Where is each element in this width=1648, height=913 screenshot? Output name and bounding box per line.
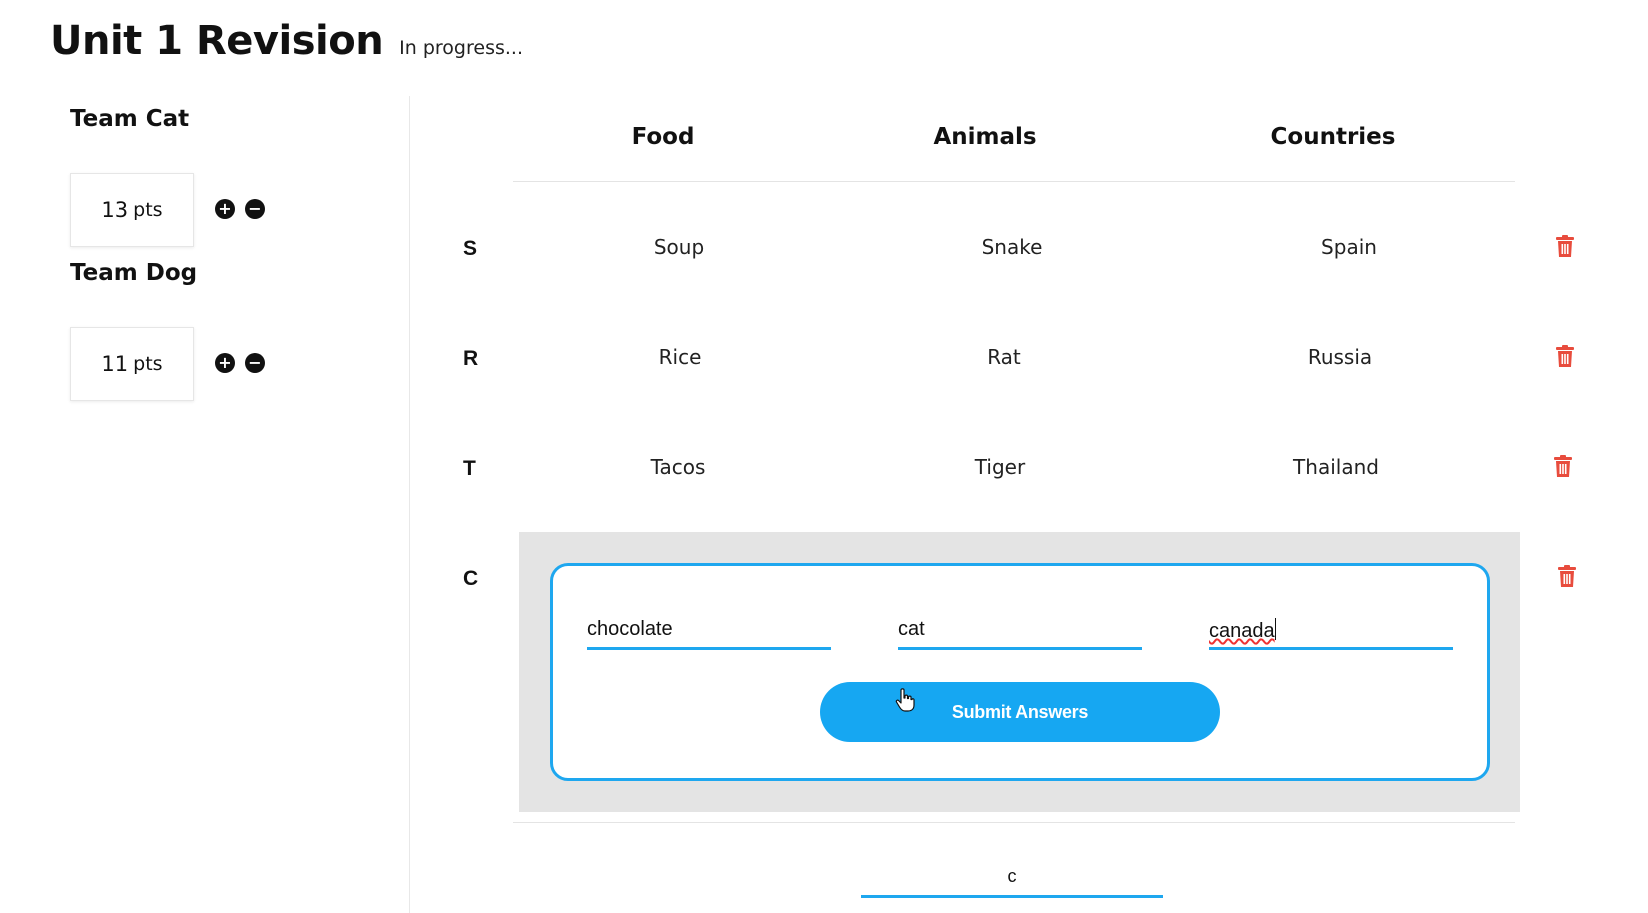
answer-animal: Snake	[981, 235, 1043, 259]
score-unit: pts	[133, 353, 163, 375]
trash-icon[interactable]	[1555, 345, 1575, 367]
food-answer-input[interactable]: chocolate	[587, 614, 831, 650]
answer-country: Russia	[1307, 345, 1373, 369]
answer-country: Thailand	[1293, 455, 1379, 479]
remove-point-button[interactable]: −	[245, 199, 265, 219]
team-score: 13 pts	[70, 173, 194, 247]
row-letter: T	[463, 457, 476, 480]
add-point-button[interactable]: +	[215, 353, 235, 373]
team-name: Team Dog	[70, 260, 198, 286]
answer-country: Spain	[1321, 235, 1377, 259]
score-value: 11	[101, 352, 129, 376]
answer-animal: Rat	[987, 345, 1021, 369]
country-answer-input[interactable]: canada	[1209, 614, 1453, 650]
answer-food: Rice	[658, 345, 702, 369]
header-divider	[513, 181, 1515, 182]
row-letter: S	[463, 237, 478, 260]
team-name: Team Cat	[70, 106, 190, 132]
footer-divider	[513, 822, 1515, 823]
row-letter: C	[463, 567, 479, 590]
team-dog: Team Dog 11 pts + −	[70, 260, 265, 401]
answer-animal: Tiger	[974, 455, 1026, 479]
trash-icon[interactable]	[1555, 235, 1575, 257]
trash-icon[interactable]	[1557, 565, 1577, 587]
text-caret	[1274, 618, 1277, 640]
add-point-button[interactable]: +	[215, 199, 235, 219]
row-letter: R	[463, 347, 479, 370]
submit-answers-button[interactable]: Submit Answers	[820, 682, 1220, 742]
game-status: In progress...	[399, 37, 523, 59]
score-unit: pts	[133, 199, 163, 221]
column-header-countries: Countries	[1270, 124, 1396, 150]
remove-point-button[interactable]: −	[245, 353, 265, 373]
score-controls: + −	[215, 353, 265, 373]
column-header-animals: Animals	[933, 124, 1037, 150]
column-header-food: Food	[631, 124, 695, 150]
page-header: Unit 1 Revision In progress...	[50, 18, 523, 64]
next-letter-input[interactable]: c	[861, 860, 1163, 898]
animal-answer-input[interactable]: cat	[898, 614, 1142, 650]
page-title: Unit 1 Revision	[50, 18, 384, 64]
trash-icon[interactable]	[1553, 455, 1573, 477]
hand-pointer-icon	[895, 688, 915, 712]
team-sidebar: Team Cat 13 pts + − Team Dog 11 pts + −	[0, 96, 410, 913]
score-controls: + −	[215, 199, 265, 219]
score-value: 13	[101, 198, 129, 222]
answer-entry-card: chocolate cat canada Submit Answers	[550, 563, 1490, 781]
answer-food: Soup	[653, 235, 705, 259]
answer-food: Tacos	[650, 455, 706, 479]
team-cat: Team Cat 13 pts + −	[70, 106, 265, 247]
team-score: 11 pts	[70, 327, 194, 401]
